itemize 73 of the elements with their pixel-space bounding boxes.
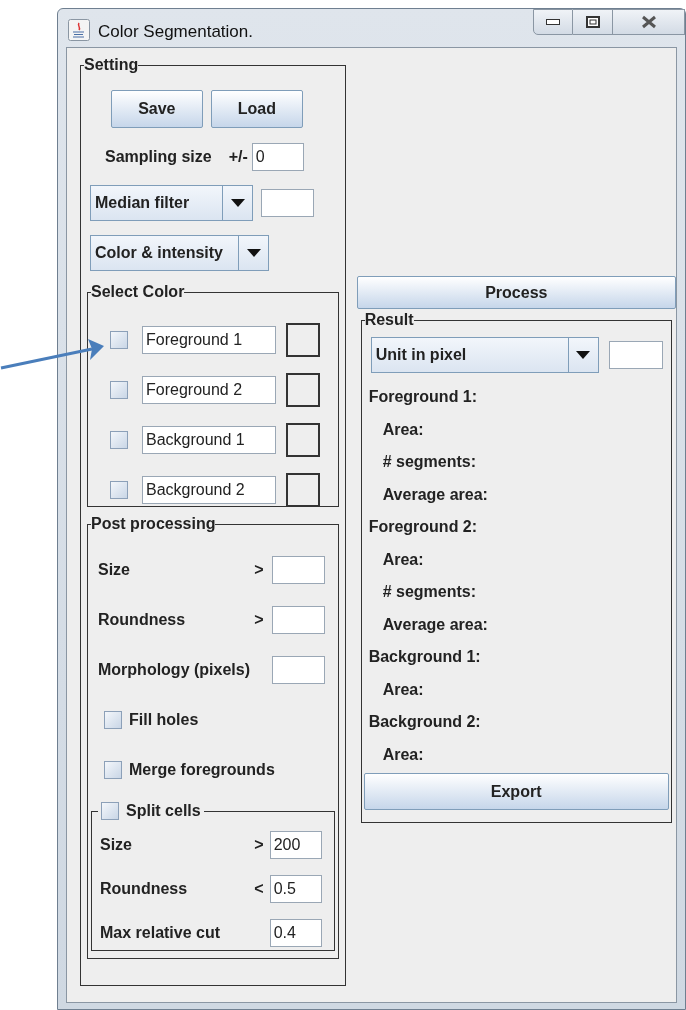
- close-button[interactable]: [613, 9, 685, 35]
- load-button[interactable]: Load: [210, 90, 303, 128]
- field-label: Size: [100, 835, 133, 855]
- number-field[interactable]: [271, 606, 325, 634]
- close-icon: [640, 15, 657, 29]
- sampling-size-label: Sampling size: [105, 147, 212, 167]
- filter-size-field[interactable]: [261, 189, 314, 217]
- option-checkbox[interactable]: [104, 711, 122, 729]
- caret-icon: [576, 351, 591, 359]
- result-group-title: Background 1:: [368, 647, 481, 668]
- field-label: Max relative cut: [100, 923, 222, 943]
- number-field[interactable]: 0.4: [269, 919, 322, 947]
- color-name-field[interactable]: Foreground 2: [142, 376, 276, 404]
- window-title: Color Segmentation.: [98, 21, 253, 43]
- number-field[interactable]: 0.5: [269, 875, 322, 903]
- result-group-title: Background 2:: [368, 712, 481, 733]
- color-checkbox[interactable]: [110, 431, 128, 449]
- result-group-title: Foreground 1:: [368, 387, 478, 408]
- comparison-sign: >: [254, 560, 264, 580]
- caret-icon: [230, 199, 245, 207]
- result-label: Area:: [382, 744, 424, 765]
- field-label: Roundness: [100, 879, 189, 899]
- maximize-button[interactable]: [573, 9, 613, 35]
- dropdown[interactable]: Unit in pixel: [370, 337, 599, 373]
- dropdown[interactable]: Median filter: [90, 185, 253, 221]
- unit-field[interactable]: [608, 341, 663, 369]
- save-button[interactable]: Save: [110, 90, 203, 128]
- field-label: Roundness: [98, 610, 187, 630]
- number-field[interactable]: 200: [269, 831, 322, 859]
- minimize-icon: [546, 19, 560, 25]
- restore-icon: [585, 16, 600, 28]
- result-group-title: Foreground 2:: [368, 517, 478, 538]
- result-label: # segments:: [382, 452, 476, 473]
- app-icon: [68, 19, 90, 41]
- field-label: Morphology (pixels): [98, 660, 251, 680]
- color-name-field[interactable]: Foreground 1: [142, 326, 276, 354]
- field-label: Size: [98, 560, 131, 580]
- caret-icon: [246, 249, 261, 257]
- export-button[interactable]: Export: [363, 773, 669, 810]
- option-checkbox[interactable]: [104, 761, 122, 779]
- process-button[interactable]: Process: [356, 276, 676, 309]
- split-cells-label: Split cells: [126, 801, 201, 821]
- result-label: Area:: [382, 419, 424, 440]
- result-label: Average area:: [382, 484, 488, 505]
- plus-minus-label: +/-: [228, 147, 248, 167]
- number-field[interactable]: [271, 656, 325, 684]
- minimize-button[interactable]: [533, 9, 573, 35]
- comparison-sign: >: [254, 835, 264, 855]
- result-label: # segments:: [382, 582, 476, 603]
- color-swatch[interactable]: [286, 323, 320, 357]
- group-title: Setting: [84, 56, 139, 74]
- color-checkbox[interactable]: [110, 481, 128, 499]
- split-cells-checkbox[interactable]: [101, 802, 119, 820]
- group-title: Post processing: [91, 515, 216, 533]
- comparison-sign: >: [254, 610, 264, 630]
- number-field[interactable]: [271, 556, 325, 584]
- color-swatch[interactable]: [286, 473, 320, 507]
- result-label: Area:: [382, 679, 424, 700]
- color-name-field[interactable]: Background 2: [142, 476, 276, 504]
- option-label: Fill holes: [129, 710, 199, 730]
- color-swatch[interactable]: [286, 373, 320, 407]
- comparison-sign: <: [254, 879, 264, 899]
- color-checkbox[interactable]: [110, 381, 128, 399]
- result-label: Area:: [382, 549, 424, 570]
- color-checkbox[interactable]: [110, 331, 128, 349]
- color-name-field[interactable]: Background 1: [142, 426, 276, 454]
- group-title: Select Color: [91, 283, 185, 301]
- sampling-size-field[interactable]: 0: [251, 143, 304, 171]
- option-label: Merge foregrounds: [129, 760, 275, 780]
- result-label: Average area:: [382, 614, 488, 635]
- group-title: Result: [364, 311, 414, 329]
- color-swatch[interactable]: [286, 423, 320, 457]
- dropdown[interactable]: Color & intensity: [90, 235, 269, 271]
